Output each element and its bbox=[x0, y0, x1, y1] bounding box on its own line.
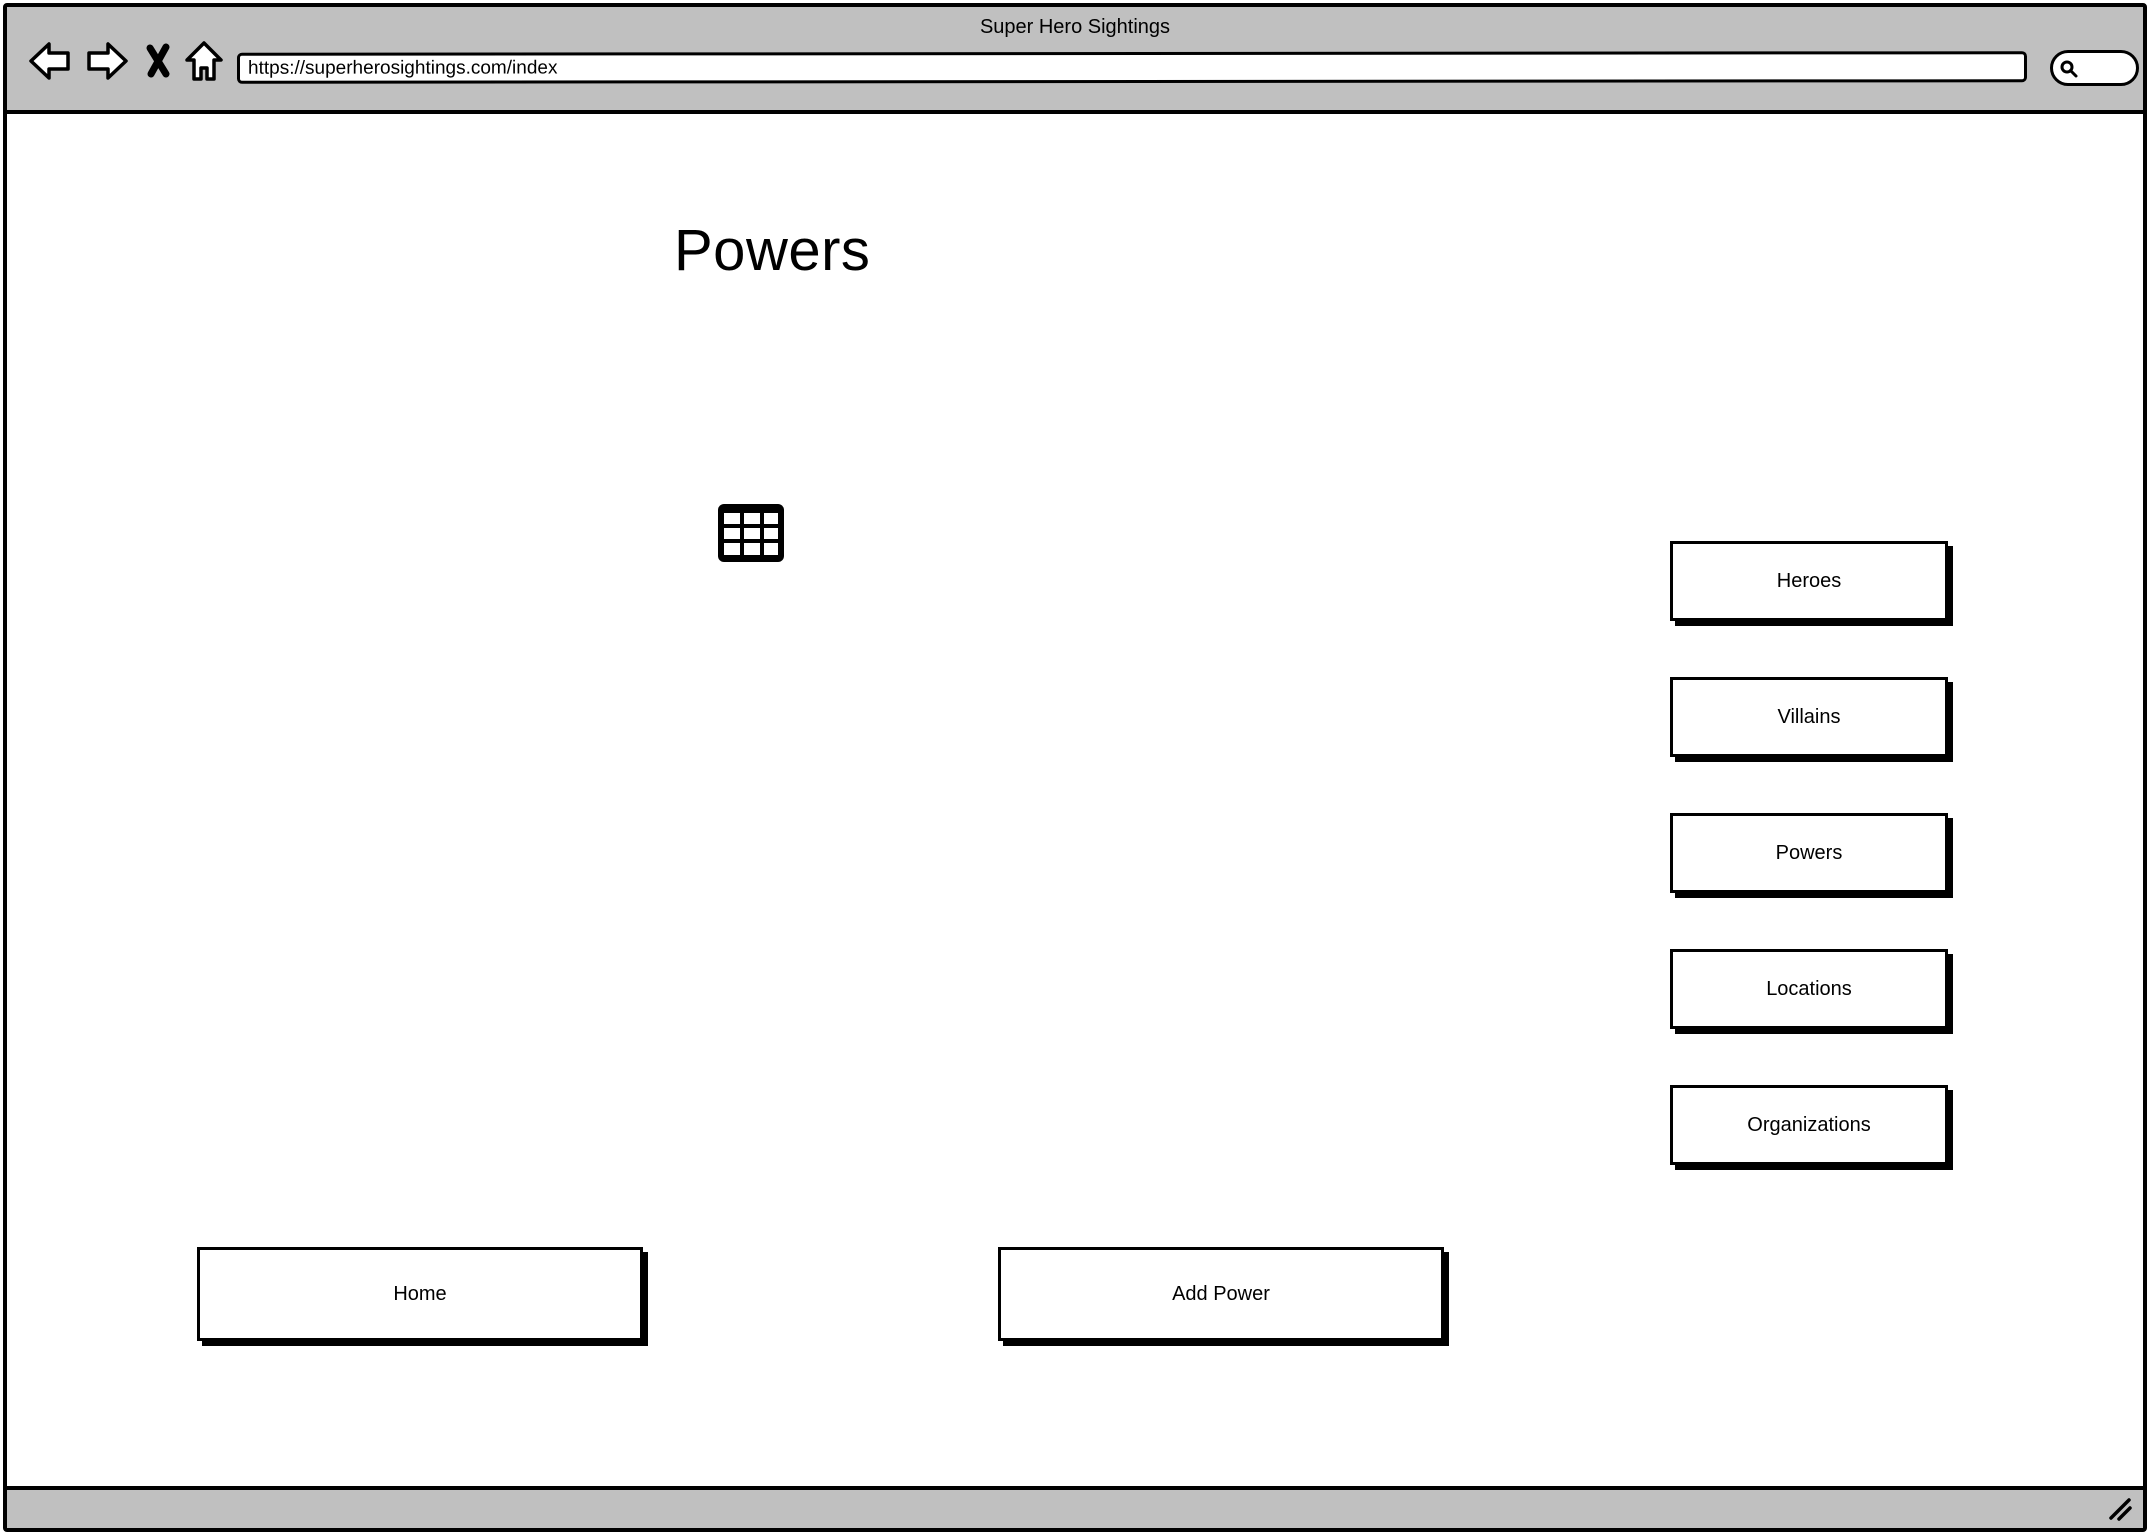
home-icon[interactable] bbox=[181, 38, 227, 84]
browser-chrome: Super Hero Sightings https://superherosi… bbox=[7, 7, 2143, 114]
table-icon bbox=[716, 502, 786, 564]
browser-window: Super Hero Sightings https://superherosi… bbox=[3, 3, 2147, 1532]
add-power-button-label: Add Power bbox=[1172, 1282, 1270, 1305]
page-title: Powers bbox=[674, 218, 871, 283]
locations-button-label: Locations bbox=[1766, 977, 1852, 1000]
forward-arrow-icon[interactable] bbox=[84, 38, 130, 84]
villains-button-label: Villains bbox=[1777, 705, 1841, 728]
organizations-button-label: Organizations bbox=[1747, 1113, 1871, 1136]
back-arrow-icon[interactable] bbox=[27, 38, 73, 84]
home-button[interactable]: Home bbox=[197, 1247, 643, 1341]
status-bar bbox=[7, 1486, 2143, 1528]
powers-button[interactable]: Powers bbox=[1670, 813, 1948, 893]
locations-button[interactable]: Locations bbox=[1670, 949, 1948, 1029]
browser-search-button[interactable] bbox=[2050, 50, 2139, 86]
resize-grip-icon[interactable] bbox=[2107, 1496, 2133, 1522]
search-icon bbox=[2060, 60, 2078, 78]
window-title: Super Hero Sightings bbox=[979, 16, 1171, 38]
heroes-button-label: Heroes bbox=[1776, 569, 1842, 592]
organizations-button[interactable]: Organizations bbox=[1670, 1085, 1948, 1165]
add-power-button[interactable]: Add Power bbox=[998, 1247, 1444, 1341]
address-bar[interactable]: https://superherosightings.com/index bbox=[236, 51, 2028, 84]
heroes-button[interactable]: Heroes bbox=[1670, 541, 1948, 621]
powers-button-label: Powers bbox=[1775, 841, 1843, 864]
url-text: https://superherosightings.com/index bbox=[247, 57, 558, 79]
villains-button[interactable]: Villains bbox=[1670, 677, 1948, 757]
home-button-label: Home bbox=[393, 1282, 447, 1305]
